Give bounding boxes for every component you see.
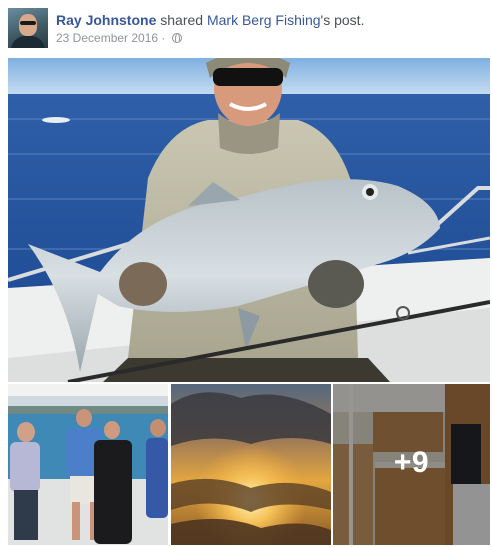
share-action-text: shared xyxy=(160,12,204,28)
meta-separator: · xyxy=(161,31,166,45)
post-meta: 23 December 2016 · xyxy=(56,31,182,46)
photo-thumbnail-3-more[interactable]: +9 xyxy=(333,384,490,545)
photo-thumbnail-1[interactable] xyxy=(8,384,168,545)
author-avatar[interactable] xyxy=(8,8,48,48)
post-date-link[interactable]: 23 December 2016 xyxy=(56,31,158,45)
post-header: Ray Johnstone shared Mark Berg Fishing's… xyxy=(0,0,492,54)
avatar-face xyxy=(19,14,37,36)
group-photo-art xyxy=(8,384,168,545)
globe-icon xyxy=(171,33,182,43)
sunset-photo-art xyxy=(171,384,331,545)
post-possessive-text: 's post. xyxy=(320,12,365,28)
author-name-link[interactable]: Ray Johnstone xyxy=(56,12,156,28)
avatar-glasses xyxy=(20,21,36,25)
post-headline: Ray Johnstone shared Mark Berg Fishing's… xyxy=(56,11,364,29)
source-page-link[interactable]: Mark Berg Fishing xyxy=(207,12,321,28)
main-photo[interactable] xyxy=(8,58,490,382)
more-photos-count: +9 xyxy=(393,446,430,479)
fishing-photo-art xyxy=(8,58,490,382)
avatar-shirt xyxy=(11,36,45,48)
photo-thumbnail-2[interactable] xyxy=(171,384,331,545)
